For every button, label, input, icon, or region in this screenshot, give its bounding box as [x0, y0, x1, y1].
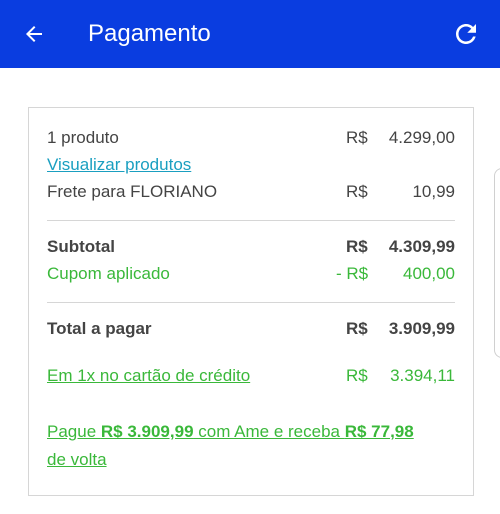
view-products-link[interactable]: Visualizar produtos	[47, 154, 191, 176]
total-currency: R$	[346, 319, 368, 338]
ame-suffix: de volta	[47, 450, 107, 469]
total-amount: 3.909,99	[388, 319, 455, 338]
products-amount: 4.299,00	[388, 128, 455, 147]
back-button[interactable]	[18, 18, 50, 50]
subtotal-amount: 4.309,99	[388, 237, 455, 256]
credit-currency: R$	[346, 366, 368, 385]
ame-prefix: Pague	[47, 422, 101, 441]
shipping-label: Frete para FLORIANO	[47, 182, 218, 201]
coupon-row: Cupom aplicado - R$ 400,00	[47, 263, 455, 285]
shipping-row: Frete para FLORIANO R$ 10,99	[47, 181, 455, 203]
credit-card-option-link[interactable]: Em 1x no cartão de crédito	[47, 365, 250, 387]
coupon-currency: - R$	[336, 264, 369, 283]
subtotal-label: Subtotal	[47, 237, 115, 256]
page-title: Pagamento	[88, 20, 211, 47]
credit-amount: 3.394,11	[390, 366, 455, 385]
order-summary-card: 1 produto R$ 4.299,00 Visualizar produto…	[28, 107, 474, 496]
ame-pay-amount: R$ 3.909,99	[100, 422, 194, 441]
total-label: Total a pagar	[47, 319, 152, 338]
credit-card-row: Em 1x no cartão de crédito R$ 3.394,11	[47, 365, 455, 387]
total-row: Total a pagar R$ 3.909,99	[47, 318, 455, 340]
shipping-currency: R$	[346, 182, 368, 201]
refresh-icon	[456, 24, 476, 44]
ame-cashback-link[interactable]: Pague R$ 3.909,99 com Ame e receba R$ 77…	[47, 418, 455, 474]
coupon-label: Cupom aplicado	[47, 264, 170, 283]
app-bar: Pagamento	[0, 0, 500, 68]
ame-cashback-amount: R$ 77,98	[344, 422, 414, 441]
divider	[47, 220, 455, 221]
refresh-button[interactable]	[450, 18, 482, 50]
divider	[47, 302, 455, 303]
view-products-row: Visualizar produtos	[47, 154, 455, 176]
shipping-amount: 10,99	[412, 182, 455, 201]
side-panel-handle[interactable]	[494, 168, 500, 358]
products-label: 1 produto	[47, 128, 119, 147]
ame-middle: com Ame e receba	[193, 422, 345, 441]
coupon-amount: 400,00	[403, 264, 455, 283]
products-currency: R$	[346, 128, 368, 147]
arrow-left-icon	[26, 26, 42, 42]
products-row: 1 produto R$ 4.299,00	[47, 127, 455, 149]
subtotal-row: Subtotal R$ 4.309,99	[47, 236, 455, 258]
subtotal-currency: R$	[346, 237, 368, 256]
